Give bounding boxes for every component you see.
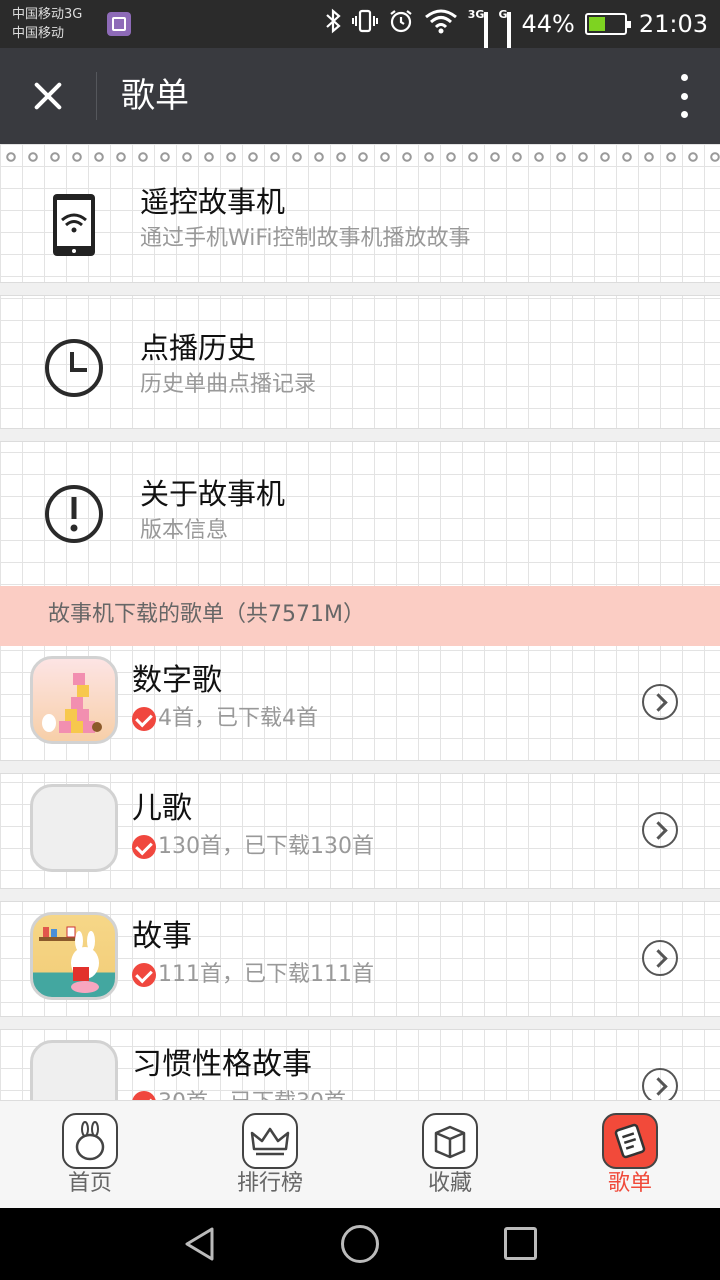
chevron-right-icon[interactable] bbox=[642, 812, 678, 848]
more-menu-button[interactable] bbox=[676, 74, 692, 118]
playlist-title: 习惯性格故事 bbox=[132, 1047, 312, 1082]
signal-2-icon bbox=[507, 12, 512, 67]
close-button[interactable] bbox=[18, 66, 78, 126]
exclamation-circle-icon bbox=[45, 485, 103, 543]
playlist-item[interactable]: 数字歌 4首，已下载4首 bbox=[0, 646, 720, 774]
playlist-item[interactable]: 故事 111首，已下载111首 bbox=[0, 902, 720, 1030]
tab-favorites[interactable]: 收藏 bbox=[360, 1101, 540, 1209]
menu-item-subtitle: 版本信息 bbox=[140, 518, 229, 543]
battery-percent: 44% bbox=[521, 10, 575, 38]
playlist-title: 儿歌 bbox=[132, 791, 192, 826]
check-icon bbox=[132, 707, 156, 731]
playlist-status: 4首，已下载4首 bbox=[132, 704, 318, 734]
tab-label: 首页 bbox=[67, 1171, 112, 1196]
status-bar: 中国移动3G 中国移动 3G G 44% 21:03 bbox=[0, 0, 720, 67]
tab-label: 排行榜 bbox=[236, 1171, 303, 1196]
clock-icon bbox=[45, 339, 103, 397]
system-nav-bar bbox=[0, 1208, 720, 1280]
playlist-count: 111首，已下载111首 bbox=[158, 962, 374, 987]
crown-icon bbox=[242, 1113, 298, 1169]
menu-item-subtitle: 通过手机WiFi控制故事机播放故事 bbox=[140, 226, 471, 251]
recent-apps-icon[interactable] bbox=[504, 1227, 537, 1260]
carrier-info: 中国移动3G 中国移动 bbox=[12, 5, 82, 43]
divider bbox=[0, 282, 720, 296]
playlist-status: 30首，已下载30首 bbox=[132, 1088, 346, 1100]
divider bbox=[0, 428, 720, 442]
battery-icon bbox=[584, 13, 631, 35]
title-divider bbox=[96, 72, 97, 120]
playlist-cover bbox=[30, 1040, 118, 1100]
chevron-right-icon[interactable] bbox=[642, 940, 678, 976]
title-bar: 歌单 bbox=[0, 48, 720, 144]
tab-label: 歌单 bbox=[607, 1171, 652, 1196]
clock-time: 21:03 bbox=[638, 10, 708, 38]
bluetooth-icon bbox=[324, 8, 342, 40]
tab-rankings[interactable]: 排行榜 bbox=[180, 1101, 360, 1209]
gallery-notification-icon bbox=[107, 12, 131, 36]
check-icon bbox=[132, 835, 156, 859]
box-icon bbox=[422, 1113, 478, 1169]
playlist-cover bbox=[30, 656, 118, 744]
menu-item-remote-control[interactable]: 遥控故事机 通过手机WiFi控制故事机播放故事 bbox=[0, 144, 720, 296]
playlist-count: 4首，已下载4首 bbox=[158, 706, 318, 731]
playlist-cover bbox=[30, 784, 118, 872]
menu-item-title: 点播历史 bbox=[140, 331, 257, 365]
phone-wifi-icon bbox=[53, 194, 95, 256]
divider bbox=[0, 888, 720, 902]
signal-1-icon bbox=[484, 12, 489, 67]
tab-label: 收藏 bbox=[427, 1171, 472, 1196]
home-icon[interactable] bbox=[341, 1225, 379, 1263]
playlist-item[interactable]: 儿歌 130首，已下载130首 bbox=[0, 774, 720, 902]
playlist-icon bbox=[602, 1113, 658, 1169]
playlist-status: 130首，已下载130首 bbox=[132, 832, 374, 862]
tab-home[interactable]: 首页 bbox=[0, 1101, 180, 1209]
tab-playlist[interactable]: 歌单 bbox=[540, 1101, 720, 1209]
menu-item-about[interactable]: 关于故事机 版本信息 bbox=[0, 442, 720, 586]
playlist-item[interactable]: 习惯性格故事 30首，已下载30首 bbox=[0, 1030, 720, 1100]
status-icons: 3G G 44% 21:03 bbox=[324, 8, 708, 67]
chevron-right-icon[interactable] bbox=[642, 684, 678, 720]
apple-bunny-icon bbox=[62, 1113, 118, 1169]
bottom-tab-bar: 首页 排行榜 收藏 歌单 bbox=[0, 1100, 720, 1208]
back-icon[interactable] bbox=[182, 1226, 218, 1262]
downloaded-playlists-banner: 故事机下载的歌单（共7571M） bbox=[0, 586, 720, 646]
vibrate-icon bbox=[351, 8, 378, 40]
menu-item-subtitle: 历史单曲点播记录 bbox=[140, 372, 317, 397]
playlist-title: 故事 bbox=[132, 919, 192, 954]
menu-item-title: 关于故事机 bbox=[140, 477, 286, 511]
divider bbox=[0, 760, 720, 774]
check-icon bbox=[132, 963, 156, 987]
playlist-count: 130首，已下载130首 bbox=[158, 834, 374, 859]
playlist-title: 数字歌 bbox=[132, 663, 222, 698]
content-area[interactable]: 遥控故事机 通过手机WiFi控制故事机播放故事 点播历史 历史单曲点播记录 关于… bbox=[0, 144, 720, 1100]
menu-item-play-history[interactable]: 点播历史 历史单曲点播记录 bbox=[0, 296, 720, 442]
network-type-2: G bbox=[498, 8, 508, 21]
wifi-icon bbox=[424, 8, 458, 40]
network-type-1: 3G bbox=[467, 8, 485, 21]
page-title: 歌单 bbox=[121, 76, 189, 116]
playlist-cover bbox=[30, 912, 118, 1000]
carrier-line-2: 中国移动 bbox=[12, 26, 65, 41]
check-icon bbox=[132, 1091, 156, 1100]
banner-text: 故事机下载的歌单（共7571M） bbox=[48, 602, 365, 627]
alarm-icon bbox=[388, 8, 414, 40]
divider bbox=[0, 1016, 720, 1030]
carrier-line-1: 中国移动3G bbox=[12, 7, 83, 22]
playlist-status: 111首，已下载111首 bbox=[132, 960, 374, 990]
chevron-right-icon[interactable] bbox=[642, 1068, 678, 1100]
playlist-count: 30首，已下载30首 bbox=[158, 1088, 346, 1100]
menu-item-title: 遥控故事机 bbox=[140, 185, 286, 219]
